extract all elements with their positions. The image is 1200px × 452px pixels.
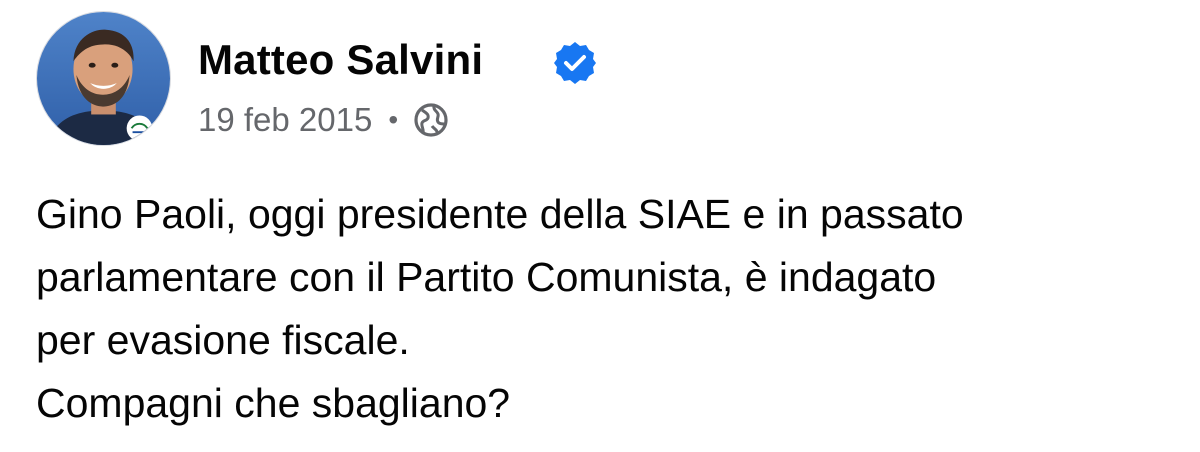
post-text-line: Compagni che sbagliano? [36, 380, 511, 426]
profile-photo-icon [37, 12, 170, 145]
facebook-post: Matteo Salvini 19 feb 2015 • Gino Paoli,… [0, 0, 1200, 452]
post-text-line: parlamentare con il Partito Comunista, è… [36, 254, 937, 300]
meta-separator: • [388, 104, 399, 135]
post-meta: 19 feb 2015 • [198, 98, 450, 142]
post-text-line: Gino Paoli, oggi presidente della SIAE e… [36, 191, 964, 237]
post-body: Gino Paoli, oggi presidente della SIAE e… [36, 183, 1186, 435]
post-text-line: per evasione fiscale. [36, 317, 410, 363]
post-date[interactable]: 19 feb 2015 [198, 101, 372, 139]
globe-icon[interactable] [412, 101, 450, 139]
verified-badge-icon [554, 42, 596, 84]
author-name[interactable]: Matteo Salvini [198, 36, 483, 84]
avatar[interactable] [36, 11, 171, 146]
